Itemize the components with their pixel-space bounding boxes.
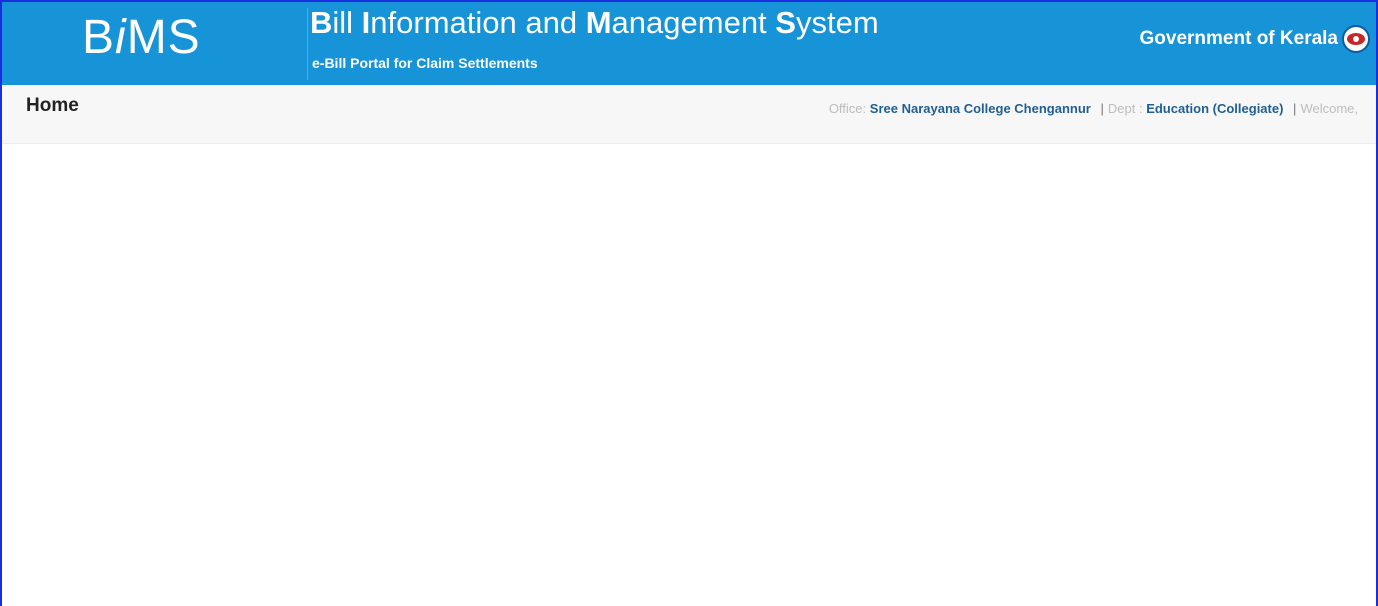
office-label: Office: bbox=[828, 101, 867, 116]
dept-label: Dept : bbox=[1107, 101, 1143, 116]
title-letter-i: I bbox=[361, 5, 371, 40]
header-divider bbox=[307, 8, 308, 80]
app-window: BiMS Bill Information and Management Sys… bbox=[0, 0, 1378, 606]
office-value: Sree Narayana College Chengannur bbox=[869, 101, 1091, 116]
system-subtitle: e-Bill Portal for Claim Settlements bbox=[312, 55, 538, 71]
title-part-2: nformation and bbox=[370, 5, 586, 40]
breadcrumb-bar: Home Office: Sree Narayana College Cheng… bbox=[2, 85, 1376, 144]
dept-value: Education (Collegiate) bbox=[1146, 101, 1284, 116]
system-title: Bill Information and Management System bbox=[310, 5, 879, 41]
title-part-1: ill bbox=[332, 5, 362, 40]
bims-logo[interactable]: BiMS bbox=[82, 10, 201, 65]
welcome-text: Welcome, bbox=[1300, 101, 1358, 116]
title-letter-b: B bbox=[310, 5, 333, 40]
title-letter-m: M bbox=[585, 5, 612, 40]
header-bar: BiMS Bill Information and Management Sys… bbox=[2, 2, 1376, 85]
info-separator: | bbox=[1293, 101, 1297, 116]
info-separator: | bbox=[1100, 101, 1104, 116]
logo-ms: MS bbox=[126, 11, 201, 64]
kerala-emblem-icon bbox=[1342, 25, 1370, 53]
logo-i: i bbox=[115, 11, 127, 64]
page-title: Home bbox=[26, 95, 79, 116]
title-part-3: anagement bbox=[611, 5, 776, 40]
government-label: Government of Kerala bbox=[1139, 28, 1339, 49]
user-context-info: Office: Sree Narayana College Chengannur… bbox=[829, 101, 1358, 116]
logo-b: B bbox=[82, 11, 116, 64]
title-letter-s: S bbox=[775, 5, 796, 40]
main-content bbox=[2, 144, 1376, 606]
title-part-4: ystem bbox=[795, 5, 879, 40]
